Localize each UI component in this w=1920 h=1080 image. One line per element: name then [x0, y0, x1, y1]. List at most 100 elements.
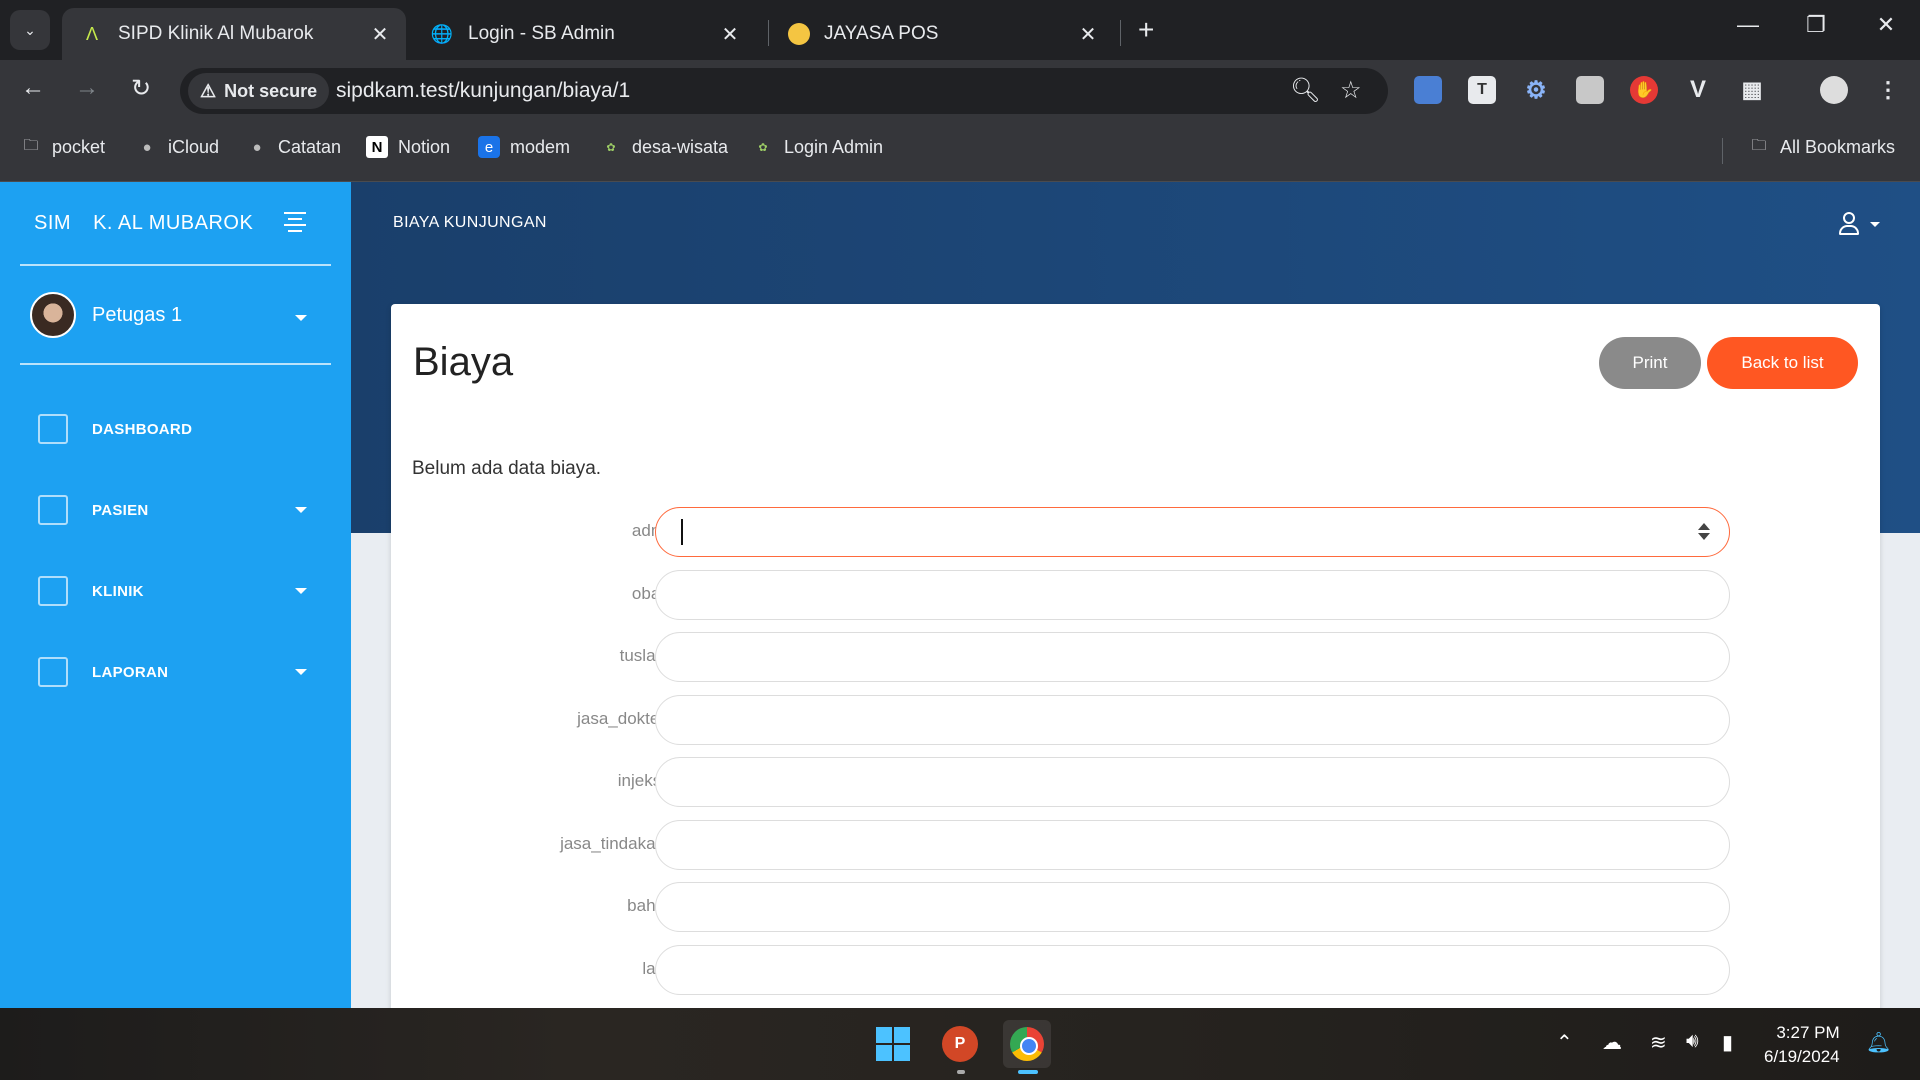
sidebar-item-pasien[interactable]: PASIEN	[38, 495, 149, 525]
tab-title: JAYASA POS	[824, 23, 939, 44]
back-button[interactable]: ←	[16, 74, 50, 102]
brand-name: K. AL MUBAROK	[93, 212, 254, 234]
jasa-tindakan-input[interactable]	[655, 820, 1730, 870]
tab-sipd-klinik[interactable]: Λ SIPD Klinik Al Mubarok ✕	[62, 8, 406, 60]
folder-icon: 🗀︎	[23, 136, 39, 154]
caret-down-icon[interactable]	[295, 507, 307, 513]
sidebar: SIM K. AL MUBAROK Petugas 1 DASHBOARD PAS…	[0, 182, 351, 1008]
caret-down-icon[interactable]	[295, 669, 307, 675]
user-icon	[1838, 212, 1860, 236]
arc-icon: Λ	[85, 23, 99, 44]
form-row-jasa-dokter: jasa_dokter	[391, 695, 1880, 745]
clock-time: 3:27 PM	[1776, 1023, 1840, 1042]
new-tab-button[interactable]: +	[1138, 14, 1154, 46]
close-icon[interactable]: ✕	[718, 22, 742, 47]
form-row-tuslah: tuslah	[391, 632, 1880, 682]
extension-gear-icon[interactable]: ⚙	[1522, 76, 1550, 104]
sidebar-item-laporan[interactable]: LAPORAN	[38, 657, 168, 687]
extensions-puzzle-icon[interactable]: ▦	[1738, 76, 1766, 104]
bookmark-label: Catatan	[278, 136, 342, 157]
tab-login-sb-admin[interactable]: 🌐 Login - SB Admin ✕	[412, 8, 756, 60]
battery-icon[interactable]: ▮	[1722, 1030, 1733, 1055]
warning-icon: ⚠	[200, 80, 217, 101]
bookmark-desa-wisata[interactable]: ✿ desa-wisata	[600, 136, 728, 158]
bookmark-notion[interactable]: N Notion	[366, 136, 450, 158]
minimize-button[interactable]: —	[1728, 12, 1768, 38]
sidebar-item-klinik[interactable]: KLINIK	[38, 576, 144, 606]
bahp-input[interactable]	[655, 882, 1730, 932]
browser-tab-bar: ⌄ Λ SIPD Klinik Al Mubarok ✕ 🌐 Login - S…	[0, 0, 1920, 60]
tab-title: SIPD Klinik Al Mubarok	[118, 23, 314, 44]
tab-jayasa-pos[interactable]: JAYASA POS ✕	[770, 8, 1114, 60]
sidebar-item-dashboard[interactable]: DASHBOARD	[38, 414, 192, 444]
security-indicator[interactable]: ⚠ Not secure	[188, 73, 330, 109]
number-spinner-icon[interactable]	[1697, 521, 1711, 543]
reload-button[interactable]: ↻	[124, 74, 158, 103]
form-row-bahp: bahp	[391, 882, 1880, 932]
start-button[interactable]	[869, 1020, 917, 1068]
caret-down-icon[interactable]	[295, 315, 307, 321]
injeksi-input[interactable]	[655, 757, 1730, 807]
caret-down-icon[interactable]	[295, 588, 307, 594]
profile-avatar-icon[interactable]	[1820, 76, 1848, 104]
forward-button[interactable]: →	[70, 74, 104, 102]
minimize-icon: —	[1737, 12, 1759, 37]
extension-docs-icon[interactable]	[1414, 76, 1442, 104]
user-menu[interactable]	[1838, 212, 1880, 236]
windows-icon	[876, 1027, 910, 1061]
lab-input[interactable]	[655, 945, 1730, 995]
close-icon[interactable]: ✕	[1076, 22, 1100, 47]
extension-printer-icon[interactable]	[1576, 76, 1604, 104]
obat-input[interactable]	[655, 570, 1730, 620]
apple-icon: ●	[142, 138, 152, 156]
form-row-jasa-tindakan: jasa_tindakan	[391, 820, 1880, 870]
bookmark-catatan[interactable]: ● Catatan	[246, 136, 341, 158]
extension-adblock-icon[interactable]: ✋	[1630, 76, 1658, 104]
back-to-list-button[interactable]: Back to list	[1707, 337, 1858, 389]
restore-button[interactable]: ❐	[1796, 12, 1836, 38]
adm-input[interactable]	[655, 507, 1730, 557]
form-row-obat: obat	[391, 570, 1880, 620]
close-icon[interactable]: ✕	[368, 22, 392, 47]
bookmark-icloud[interactable]: ● iCloud	[136, 136, 219, 158]
menu-toggle-icon[interactable]	[284, 212, 306, 232]
bookmark-login-admin[interactable]: ✿ Login Admin	[752, 136, 883, 158]
tab-separator	[1120, 20, 1121, 46]
bookmark-modem[interactable]: e modem	[478, 136, 570, 158]
taskbar-chrome[interactable]	[1003, 1020, 1051, 1068]
onedrive-icon[interactable]: ☁	[1602, 1030, 1622, 1055]
chevron-up-icon[interactable]: ⌃	[1556, 1030, 1573, 1055]
close-window-button[interactable]: ✕	[1866, 12, 1906, 38]
modem-icon: e	[478, 136, 500, 158]
jasa-dokter-input[interactable]	[655, 695, 1730, 745]
clock-date: 6/19/2024	[1764, 1047, 1840, 1066]
page-heading: BIAYA KUNJUNGAN	[393, 214, 547, 231]
print-button[interactable]: Print	[1599, 337, 1701, 389]
brand-logo[interactable]: SIM K. AL MUBAROK	[34, 212, 253, 235]
powerpoint-icon: P	[942, 1026, 978, 1062]
extension-text-icon[interactable]: T	[1468, 76, 1496, 104]
address-bar[interactable]: ⚠ Not secure sipdkam.test/kunjungan/biay…	[180, 68, 1388, 114]
tab-search-button[interactable]: ⌄	[10, 10, 50, 50]
bookmark-pocket[interactable]: 🗀︎ pocket	[20, 136, 105, 158]
tuslah-input[interactable]	[655, 632, 1730, 682]
system-clock[interactable]: 3:27 PM 6/19/2024	[1764, 1021, 1840, 1069]
bookmark-label: Login Admin	[784, 136, 884, 157]
form-row-injeksi: injeksi	[391, 757, 1880, 807]
zoom-icon[interactable]: 🔍︎	[1290, 76, 1320, 105]
chrome-icon	[1010, 1027, 1044, 1061]
bookmark-star-icon[interactable]: ☆	[1340, 76, 1362, 105]
extension-v-icon[interactable]: V	[1684, 76, 1712, 104]
wifi-icon[interactable]: ≋	[1650, 1030, 1667, 1055]
volume-icon[interactable]: 🔊︎	[1686, 1030, 1699, 1053]
bookmark-label: pocket	[52, 136, 106, 157]
url-text[interactable]: sipdkam.test/kunjungan/biaya/1	[336, 79, 630, 103]
sidebar-user[interactable]: Petugas 1	[30, 292, 182, 338]
form-row-lab: lab	[391, 945, 1880, 995]
notification-bell-icon[interactable]: 🔔︎	[1866, 1030, 1891, 1055]
more-menu-icon[interactable]: ⋮	[1874, 76, 1902, 104]
taskbar-powerpoint[interactable]: P	[936, 1020, 984, 1068]
form-row-adm: adm	[391, 507, 1880, 557]
all-bookmarks-button[interactable]: 🗀︎ All Bookmarks	[1748, 136, 1895, 158]
ambulance-icon	[38, 576, 68, 606]
